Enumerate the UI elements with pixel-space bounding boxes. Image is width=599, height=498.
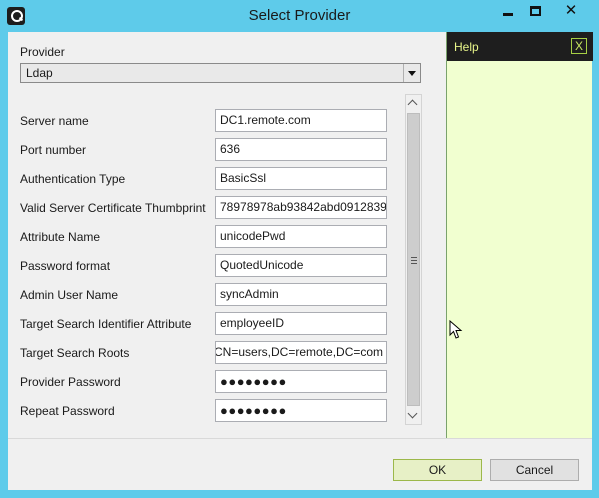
grip-icon — [411, 257, 417, 264]
provider-selected-value: Ldap — [26, 66, 53, 80]
port-number-label: Port number — [20, 143, 87, 157]
help-title: Help — [454, 40, 479, 54]
search-identifier-attribute-label: Target Search Identifier Attribute — [20, 317, 192, 331]
close-icon: ✕ — [564, 2, 578, 19]
cancel-button[interactable]: Cancel — [490, 459, 579, 481]
ok-button[interactable]: OK — [393, 459, 482, 481]
form-row-repeat-password: Repeat Password ●●●●●●●● — [8, 399, 408, 423]
dialog-body: Provider Ldap Server name DC1.remote.com… — [8, 32, 593, 490]
title-bar[interactable]: Select Provider ✕ — [0, 0, 599, 32]
authentication-type-label: Authentication Type — [20, 172, 126, 186]
certificate-thumbprint-input[interactable]: 78978978ab93842abd0912839 — [215, 196, 387, 219]
mouse-cursor-icon — [449, 320, 463, 339]
minimize-icon — [503, 13, 513, 16]
authentication-type-input[interactable]: BasicSsl — [215, 167, 387, 190]
dropdown-arrow-icon[interactable] — [403, 64, 420, 82]
password-format-label: Password format — [20, 259, 111, 273]
form-row-attribute-name: Attribute Name unicodePwd — [8, 225, 408, 249]
close-button[interactable]: ✕ — [549, 0, 593, 22]
provider-password-label: Provider Password — [20, 375, 121, 389]
form-row-certificate-thumbprint: Valid Server Certificate Thumbprint 7897… — [8, 196, 408, 220]
scroll-down-icon[interactable] — [406, 407, 421, 424]
form-row-target-search-roots: Target Search Roots CN=users,DC=remote,D… — [8, 341, 408, 365]
form-scrollbar[interactable] — [405, 94, 422, 425]
repeat-password-input[interactable]: ●●●●●●●● — [215, 399, 387, 422]
attribute-name-label: Attribute Name — [20, 230, 101, 244]
maximize-button[interactable] — [521, 0, 549, 22]
form-row-password-format: Password format QuotedUnicode — [8, 254, 408, 278]
admin-user-name-label: Admin User Name — [20, 288, 119, 302]
attribute-name-input[interactable]: unicodePwd — [215, 225, 387, 248]
provider-password-input[interactable]: ●●●●●●●● — [215, 370, 387, 393]
minimize-button[interactable] — [493, 0, 521, 22]
search-identifier-attribute-input[interactable]: employeeID — [215, 312, 387, 335]
target-search-roots-input[interactable]: CN=users,DC=remote,DC=com — [215, 341, 387, 364]
form-row-server-name: Server name DC1.remote.com — [8, 109, 408, 133]
port-number-input[interactable]: 636 — [215, 138, 387, 161]
help-panel: Help X — [446, 32, 593, 438]
maximize-icon — [530, 6, 541, 16]
form-row-port-number: Port number 636 — [8, 138, 408, 162]
form-row-search-identifier-attribute: Target Search Identifier Attribute emplo… — [8, 312, 408, 336]
provider-select[interactable]: Ldap — [20, 63, 421, 83]
scroll-up-icon[interactable] — [406, 95, 421, 112]
footer-divider — [8, 438, 592, 439]
form-row-admin-user-name: Admin User Name syncAdmin — [8, 283, 408, 307]
help-header: Help X — [447, 32, 593, 61]
select-provider-window: Select Provider ✕ Provider Ldap Server n… — [0, 0, 599, 498]
repeat-password-label: Repeat Password — [20, 404, 115, 418]
form-row-provider-password: Provider Password ●●●●●●●● — [8, 370, 408, 394]
target-search-roots-label: Target Search Roots — [20, 346, 130, 360]
provider-label: Provider — [20, 45, 65, 59]
admin-user-name-input[interactable]: syncAdmin — [215, 283, 387, 306]
server-name-label: Server name — [20, 114, 89, 128]
server-name-input[interactable]: DC1.remote.com — [215, 109, 387, 132]
help-close-button[interactable]: X — [571, 38, 587, 54]
form-row-authentication-type: Authentication Type BasicSsl — [8, 167, 408, 191]
certificate-thumbprint-label: Valid Server Certificate Thumbprint — [20, 201, 206, 215]
scrollbar-thumb[interactable] — [407, 113, 420, 406]
password-format-input[interactable]: QuotedUnicode — [215, 254, 387, 277]
